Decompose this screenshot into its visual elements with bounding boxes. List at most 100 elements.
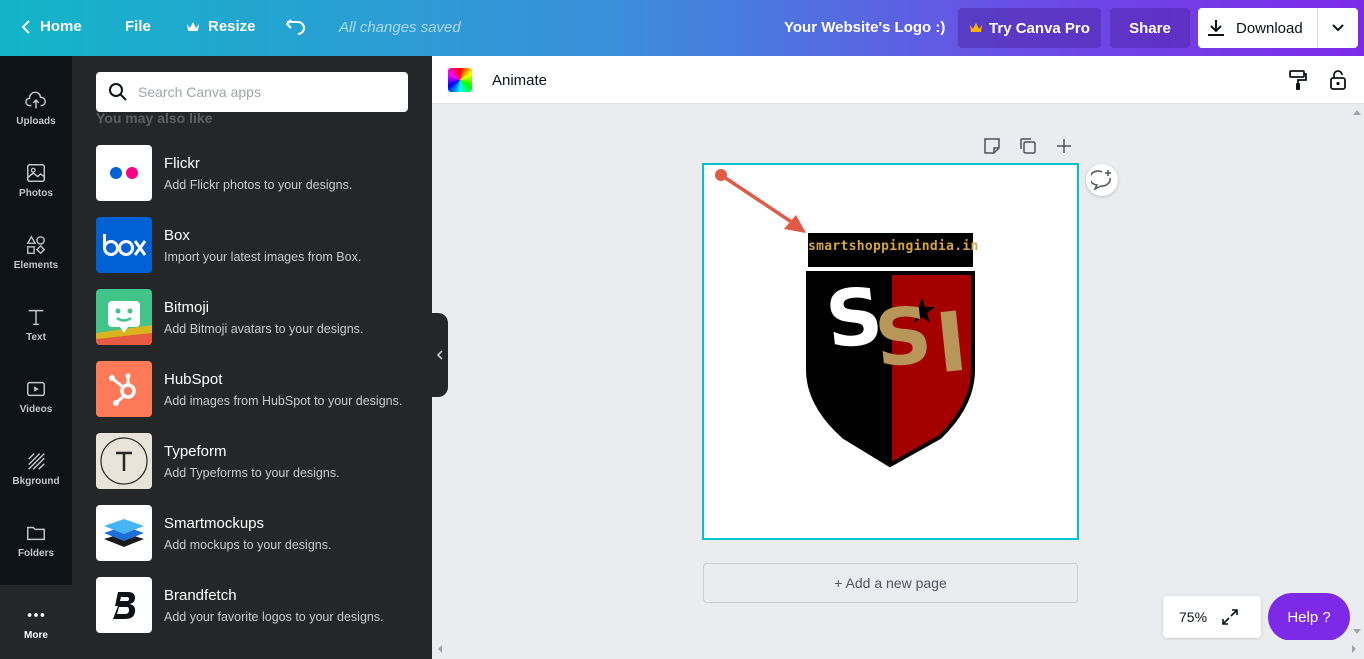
side-nav-rail: Uploads Photos Elements Text Videos Bkgr… [0, 56, 72, 659]
download-options-button[interactable] [1318, 8, 1358, 48]
rail-label: Text [26, 331, 46, 343]
crown-icon [970, 23, 983, 32]
app-item-typeform[interactable]: Typeform Add Typeforms to your designs. [96, 433, 416, 489]
try-pro-label: Try Canva Pro [989, 19, 1090, 37]
more-icon [27, 612, 45, 617]
comment-add-icon [1091, 170, 1111, 191]
collapse-panel-button[interactable] [432, 313, 448, 397]
search-input[interactable] [138, 84, 388, 100]
help-label: Help ? [1287, 608, 1331, 626]
folder-icon [27, 526, 45, 540]
box-logo-icon [96, 217, 152, 273]
add-new-page-button[interactable]: + Add a new page [703, 563, 1078, 603]
section-heading: You may also like [96, 110, 213, 126]
brandfetch-logo-icon [96, 577, 152, 633]
add-comment-button[interactable] [1086, 164, 1118, 196]
logo-banner-text: smartshoppingindia.in [808, 239, 979, 254]
file-label: File [125, 18, 151, 35]
photo-icon [27, 163, 45, 182]
design-title[interactable]: Your Website's Logo :) [784, 19, 945, 36]
flickr-logo-icon [96, 145, 152, 201]
home-button[interactable]: Home [20, 18, 82, 35]
bitmoji-logo-icon [96, 289, 152, 345]
rail-item-more[interactable]: More [0, 586, 72, 658]
app-name: Typeform [164, 442, 227, 460]
app-item-box[interactable]: Box Import your latest images from Box. [96, 217, 416, 273]
paint-roller-icon[interactable] [1286, 68, 1310, 92]
rail-item-elements[interactable]: Elements [0, 216, 72, 288]
video-icon [27, 381, 45, 396]
rail-item-folders[interactable]: Folders [0, 504, 72, 576]
app-desc: Add Flickr photos to your designs. [164, 177, 353, 192]
download-icon [1208, 20, 1224, 36]
rail-label: Videos [19, 403, 53, 415]
try-canva-pro-button[interactable]: Try Canva Pro [958, 8, 1101, 48]
app-name: Smartmockups [164, 514, 265, 532]
share-button[interactable]: Share [1110, 8, 1190, 48]
logo-letter: S [870, 290, 931, 386]
app-item-hubspot[interactable]: HubSpot Add images from HubSpot to your d… [96, 361, 416, 417]
app-desc: Add images from HubSpot to your designs. [164, 393, 403, 408]
shapes-icon [26, 234, 46, 254]
logo-letter: S [821, 272, 878, 367]
search-box[interactable] [96, 72, 408, 112]
design-page[interactable]: smartshoppingindia.in SSI [702, 163, 1079, 540]
note-icon[interactable] [982, 136, 1002, 156]
zoom-level: 75% [1179, 609, 1208, 625]
help-button[interactable]: Help ? [1268, 593, 1350, 641]
arrow-annotation [715, 169, 806, 233]
file-menu-button[interactable]: File [125, 18, 151, 35]
lock-icon[interactable] [1326, 68, 1350, 92]
app-desc: Add your favorite logos to your designs. [164, 609, 384, 624]
resize-button[interactable]: Resize [186, 18, 256, 35]
app-name: HubSpot [164, 370, 223, 388]
typeform-logo-icon [96, 433, 152, 489]
rail-item-background[interactable]: Bkground [0, 432, 72, 504]
rail-item-uploads[interactable]: Uploads [0, 72, 72, 144]
undo-button[interactable] [285, 16, 307, 36]
app-item-brandfetch[interactable]: Brandfetch Add your favorite logos to you… [96, 577, 416, 633]
save-status: All changes saved [339, 19, 461, 36]
duplicate-page-icon[interactable] [1018, 136, 1038, 156]
app-item-flickr[interactable]: Flickr Add Flickr photos to your designs. [96, 145, 416, 201]
app-desc: Add Typeforms to your designs. [164, 465, 340, 480]
top-bar: Home File Resize All changes saved Your … [0, 0, 1364, 56]
undo-icon [285, 19, 305, 35]
rail-label: Elements [13, 259, 59, 271]
horizontal-scrollbar[interactable] [432, 640, 1364, 659]
app-desc: Import your latest images from Box. [164, 249, 362, 264]
vertical-scrollbar[interactable] [1350, 104, 1364, 640]
app-desc: Add mockups to your designs. [164, 537, 332, 552]
background-icon [28, 452, 45, 470]
color-picker-button[interactable] [448, 68, 472, 92]
crown-icon [187, 21, 199, 31]
rail-item-videos[interactable]: Videos [0, 360, 72, 432]
editor-toolbar: Animate [432, 56, 1364, 104]
add-page-icon[interactable] [1054, 136, 1074, 156]
apps-panel: You may also like Flickr Add Flickr photo… [72, 56, 432, 659]
rail-label: Photos [19, 187, 53, 199]
rail-label: Folders [17, 547, 55, 559]
app-item-bitmoji[interactable]: Bitmoji Add Bitmoji avatars to your desig… [96, 289, 416, 345]
download-label: Download [1236, 19, 1303, 37]
logo-letters: SSI [822, 266, 966, 392]
download-button-group: Download [1198, 8, 1358, 48]
app-name: Box [164, 226, 190, 244]
home-label: Home [40, 18, 82, 35]
rail-item-text[interactable]: Text [0, 288, 72, 360]
chevron-left-icon [436, 350, 443, 360]
app-item-smartmockups[interactable]: Smartmockups Add mockups to your designs. [96, 505, 416, 561]
zoom-control[interactable]: 75% [1163, 596, 1261, 638]
animate-button[interactable]: Animate [492, 72, 547, 89]
rail-item-photos[interactable]: Photos [0, 144, 72, 216]
rail-label: More [24, 629, 48, 641]
fullscreen-icon[interactable] [1221, 608, 1239, 626]
rail-label: Bkground [12, 475, 60, 487]
chevron-left-icon [21, 19, 30, 34]
smartmockups-logo-icon [96, 505, 152, 561]
app-name: Brandfetch [164, 586, 237, 604]
upload-icon [25, 91, 46, 108]
share-label: Share [1129, 19, 1171, 37]
download-button[interactable]: Download [1198, 8, 1318, 48]
chevron-down-icon [1332, 24, 1344, 32]
